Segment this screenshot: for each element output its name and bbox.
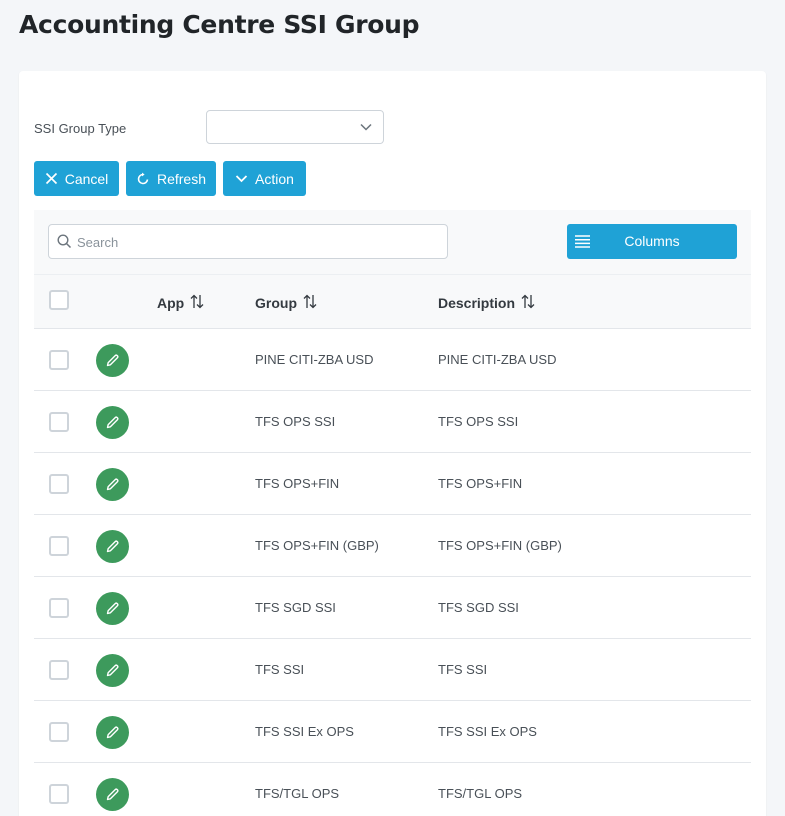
pencil-icon — [105, 663, 120, 678]
cancel-button[interactable]: Cancel — [34, 161, 119, 196]
chevron-down-icon — [359, 120, 373, 139]
cell-group: PINE CITI-ZBA USD — [255, 352, 374, 367]
sort-icon — [190, 294, 204, 312]
edit-button[interactable] — [96, 716, 129, 749]
table-row: TFS OPS+FIN TFS OPS+FIN — [34, 453, 751, 515]
column-header-label: Description — [438, 295, 516, 311]
pencil-icon — [105, 601, 120, 616]
table-row: TFS OPS SSI TFS OPS SSI — [34, 391, 751, 453]
pencil-icon — [105, 539, 120, 554]
sort-icon — [521, 294, 535, 312]
edit-button[interactable] — [96, 530, 129, 563]
row-checkbox[interactable] — [49, 474, 69, 494]
table-row: TFS OPS+FIN (GBP) TFS OPS+FIN (GBP) — [34, 515, 751, 577]
row-checkbox[interactable] — [49, 412, 69, 432]
action-button[interactable]: Action — [223, 161, 306, 196]
cell-group: TFS SGD SSI — [255, 600, 336, 615]
row-checkbox[interactable] — [49, 350, 69, 370]
ssi-group-type-select[interactable] — [206, 110, 384, 144]
table-row: TFS SGD SSI TFS SGD SSI — [34, 577, 751, 639]
cell-group: TFS SSI — [255, 662, 305, 677]
row-checkbox[interactable] — [49, 660, 69, 680]
main-card: SSI Group Type Cancel Refresh Action Sea… — [19, 71, 766, 816]
data-table: Columns App Group Description — [34, 210, 751, 816]
pencil-icon — [105, 787, 120, 802]
row-checkbox[interactable] — [49, 722, 69, 742]
refresh-label: Refresh — [156, 170, 207, 187]
columns-label: Columns — [624, 233, 680, 249]
cell-description: TFS SSI — [438, 662, 488, 677]
column-header-label: Group — [255, 295, 297, 311]
edit-button[interactable] — [96, 344, 129, 377]
table-row: PINE CITI-ZBA USD PINE CITI-ZBA USD — [34, 329, 751, 391]
cell-description: PINE CITI-ZBA USD — [438, 352, 557, 367]
refresh-button[interactable]: Refresh — [126, 161, 216, 196]
edit-button[interactable] — [96, 468, 129, 501]
search-box — [48, 224, 448, 259]
edit-button[interactable] — [96, 778, 129, 811]
edit-button[interactable] — [96, 654, 129, 687]
cell-description: TFS OPS+FIN (GBP) — [438, 538, 562, 553]
cell-group: TFS SSI Ex OPS — [255, 724, 354, 739]
cell-group: TFS OPS+FIN — [255, 476, 340, 491]
ssi-group-type-label: SSI Group Type — [34, 121, 127, 136]
column-header-description[interactable]: Description — [438, 294, 535, 312]
close-icon — [45, 172, 58, 185]
action-label: Action — [255, 170, 294, 187]
row-checkbox[interactable] — [49, 536, 69, 556]
select-all-checkbox[interactable] — [49, 290, 69, 310]
search-icon — [57, 234, 72, 254]
cell-description: TFS SGD SSI — [438, 600, 519, 615]
chevron-down-icon — [235, 172, 248, 185]
cell-description: TFS/TGL OPS — [438, 786, 523, 801]
table-row: TFS SSI TFS SSI — [34, 639, 751, 701]
search-input[interactable] — [77, 231, 437, 253]
pencil-icon — [105, 415, 120, 430]
cell-group: TFS/TGL OPS — [255, 786, 340, 801]
column-header-label: App — [157, 295, 185, 311]
table-header: App Group Description — [34, 274, 751, 329]
edit-button[interactable] — [96, 406, 129, 439]
pencil-icon — [105, 725, 120, 740]
row-checkbox[interactable] — [49, 598, 69, 618]
page-title: Accounting Centre SSI Group — [19, 10, 420, 39]
column-header-group[interactable]: Group — [255, 294, 317, 312]
cell-group: TFS OPS+FIN (GBP) — [255, 538, 379, 553]
pencil-icon — [105, 353, 120, 368]
pencil-icon — [105, 477, 120, 492]
columns-button[interactable]: Columns — [567, 224, 737, 259]
table-row: TFS/TGL OPS TFS/TGL OPS — [34, 763, 751, 816]
column-header-app[interactable]: App — [157, 294, 204, 312]
cancel-label: Cancel — [64, 170, 109, 187]
cell-description: TFS OPS SSI — [438, 414, 519, 429]
refresh-icon — [136, 172, 150, 186]
row-checkbox[interactable] — [49, 784, 69, 804]
table-toolbar: Columns — [34, 210, 751, 274]
cell-group: TFS OPS SSI — [255, 414, 336, 429]
edit-button[interactable] — [96, 592, 129, 625]
cell-description: TFS OPS+FIN — [438, 476, 523, 491]
sort-icon — [303, 294, 317, 312]
cell-description: TFS SSI Ex OPS — [438, 724, 537, 739]
table-row: TFS SSI Ex OPS TFS SSI Ex OPS — [34, 701, 751, 763]
